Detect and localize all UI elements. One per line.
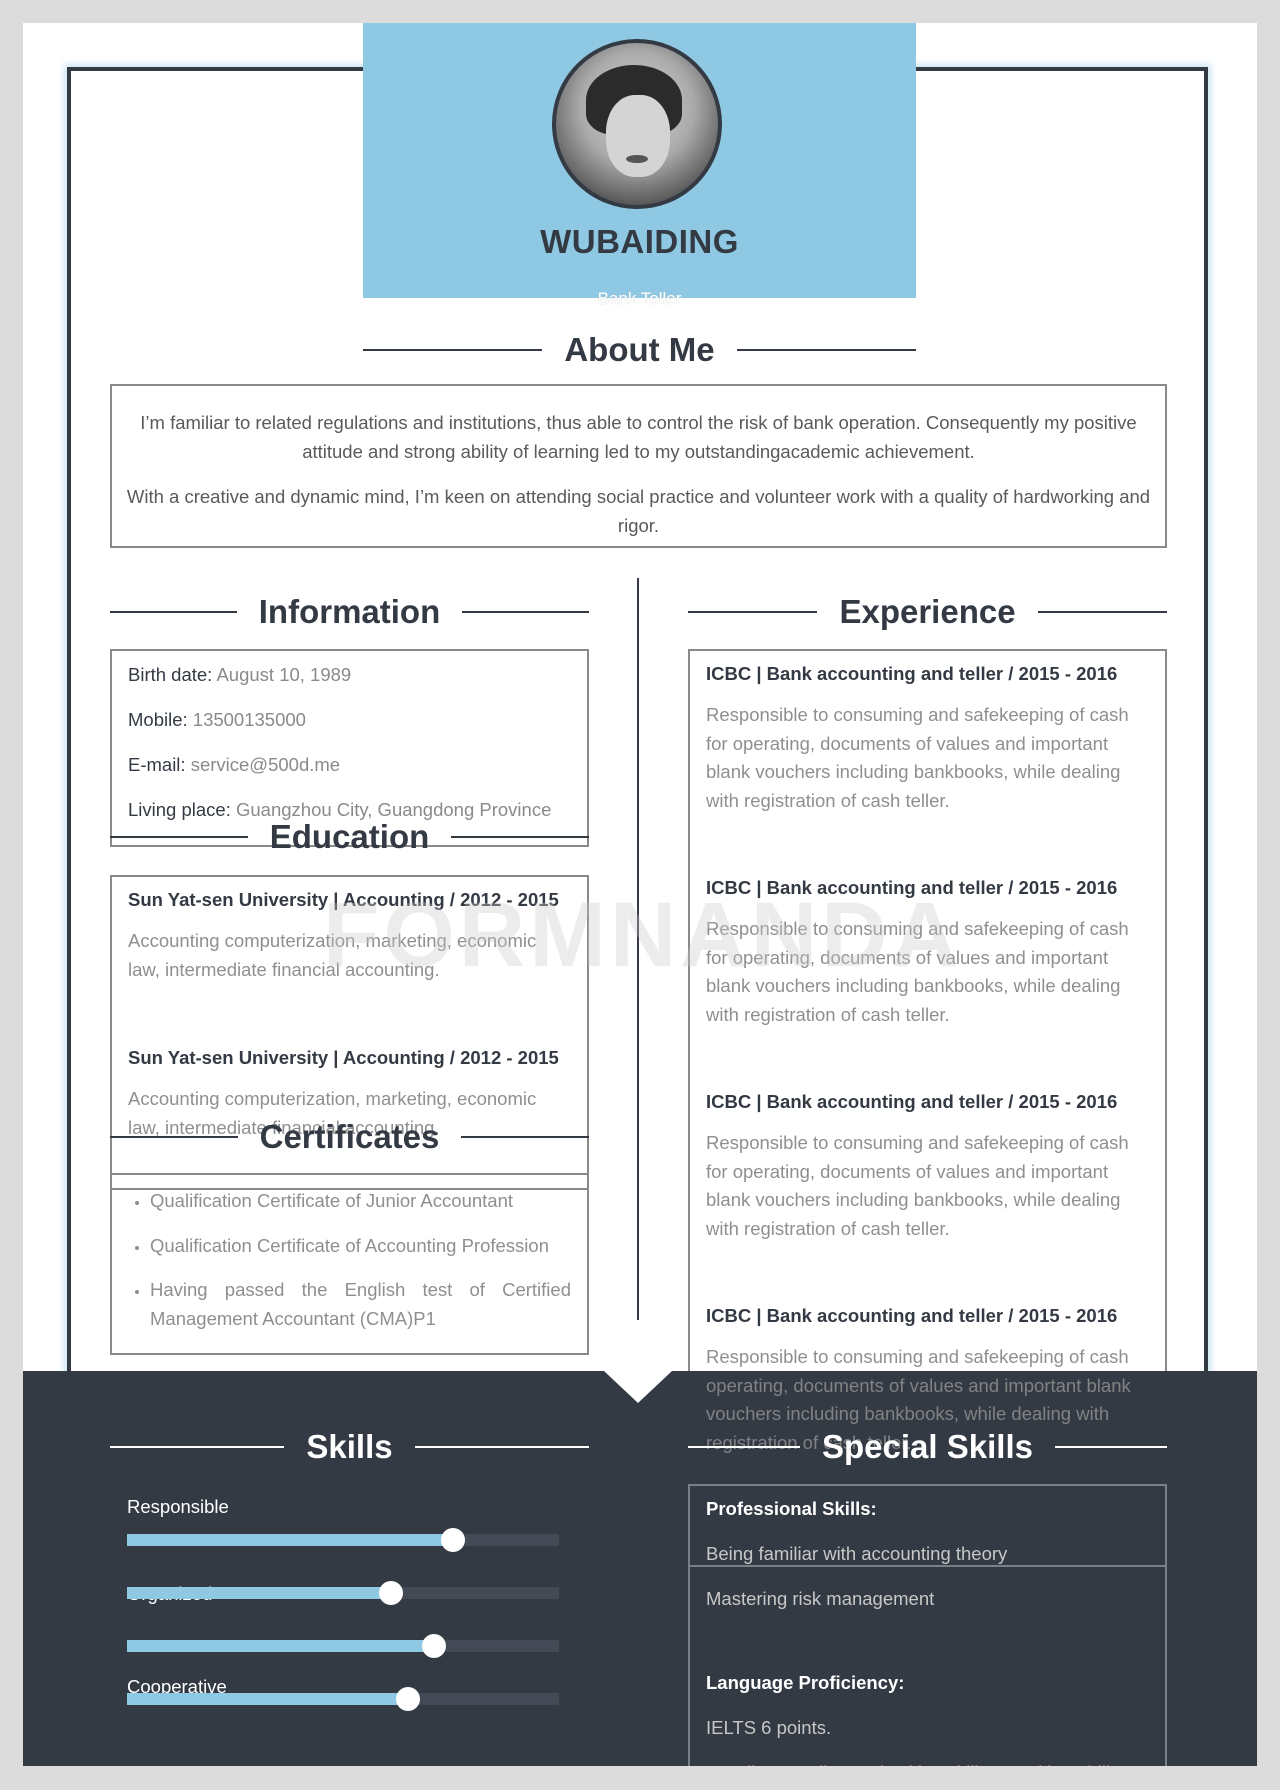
info-value: Guangzhou City, Guangdong Province — [235, 799, 552, 820]
experience-entry: ICBC | Bank accounting and teller / 2015… — [706, 875, 1151, 1089]
information-heading: Information — [258, 593, 441, 630]
skill-slider-knob[interactable] — [395, 1687, 420, 1711]
skill-slider-fill — [127, 1534, 454, 1546]
certificate-item: Qualification Certificate of Junior Acco… — [150, 1187, 571, 1216]
about-paragraph: With a creative and dynamic mind, I’m ke… — [126, 486, 1151, 536]
column-divider — [637, 578, 639, 1320]
title-rule — [736, 349, 916, 351]
experience-title: Experience — [688, 593, 1168, 631]
special-skills-box: Professional Skills: Being familiar with… — [688, 1484, 1167, 1766]
title-rule — [462, 611, 590, 613]
avatar-face — [606, 95, 670, 177]
skill-slider-fill — [127, 1693, 408, 1705]
education-heading-line: Sun Yat-sen University | Accounting / 20… — [128, 1047, 559, 1068]
experience-entry: ICBC | Bank accounting and teller / 2015… — [706, 661, 1151, 875]
info-label: Mobile: — [128, 709, 188, 730]
special-skills-group-heading: Language Proficiency: — [706, 1672, 905, 1693]
job-title: Bank Teller — [597, 289, 682, 308]
experience-heading-line: ICBC | Bank accounting and teller / 2015… — [706, 877, 1118, 898]
certificate-item: Qualification Certificate of Accounting … — [150, 1232, 571, 1261]
arrow-down-icon — [604, 1371, 672, 1403]
skill-slider-track[interactable] — [127, 1634, 559, 1658]
special-skills-group-heading: Professional Skills: — [706, 1498, 877, 1519]
info-row-email: E-mail: service@500d.me — [128, 752, 571, 778]
avatar — [552, 39, 722, 209]
certificates-title: Certificates — [110, 1118, 589, 1156]
special-skills-heading: Special Skills — [822, 1428, 1033, 1465]
info-value[interactable]: service@500d.me — [191, 754, 340, 775]
skill-slider-knob[interactable] — [378, 1581, 403, 1605]
skill-slider-fill — [127, 1587, 391, 1599]
education-heading: Education — [269, 818, 430, 855]
info-value: 13500135000 — [192, 709, 306, 730]
about-title: About Me — [363, 331, 916, 369]
title-rule — [688, 1446, 801, 1448]
skill-slider-knob[interactable] — [421, 1634, 446, 1658]
skills-heading: Skills — [306, 1428, 393, 1465]
certificate-item: Having passed the English test of Certif… — [150, 1276, 571, 1333]
information-title: Information — [110, 593, 590, 631]
title-rule — [414, 1446, 590, 1448]
experience-heading: Experience — [839, 593, 1016, 630]
education-description: Accounting computerization, marketing, e… — [128, 930, 537, 980]
title-rule — [110, 1446, 285, 1448]
experience-description: Responsible to consuming and safekeeping… — [706, 1132, 1129, 1239]
title-rule — [363, 349, 543, 351]
certificates-box: Qualification Certificate of Junior Acco… — [110, 1173, 589, 1355]
special-skill-item: Being familiar with accounting theory — [706, 1543, 1008, 1564]
skill-slider-track[interactable] — [127, 1581, 559, 1605]
resume-page: WUBAIDING Bank Teller About Me I’m famil… — [23, 23, 1257, 1766]
experience-entry: ICBC | Bank accounting and teller / 2015… — [706, 1089, 1151, 1303]
title-rule — [688, 611, 818, 613]
special-skills-title: Special Skills — [688, 1428, 1167, 1466]
skill-slider-fill — [127, 1640, 434, 1652]
info-row-birth-date: Birth date: August 10, 1989 — [128, 662, 571, 688]
certificates-list: Qualification Certificate of Junior Acco… — [112, 1187, 571, 1333]
title-rule — [1054, 1446, 1167, 1448]
education-entry: Sun Yat-sen University | Accounting / 20… — [128, 887, 571, 1045]
education-title: Education — [110, 818, 590, 856]
about-paragraph: I’m familiar to related regulations and … — [140, 412, 1137, 462]
special-skill-item: Excellent reading and writing skills, sp… — [706, 1760, 1151, 1766]
title-rule — [451, 836, 590, 838]
experience-description: Responsible to consuming and safekeeping… — [706, 704, 1129, 811]
about-heading: About Me — [564, 331, 715, 368]
about-box: I’m familiar to related regulations and … — [110, 384, 1167, 548]
skills-title: Skills — [110, 1428, 590, 1466]
skill-slider-track[interactable] — [127, 1528, 559, 1552]
info-label: Living place: — [128, 799, 231, 820]
experience-heading-line: ICBC | Bank accounting and teller / 2015… — [706, 1091, 1118, 1112]
skill-label: Responsible — [127, 1496, 229, 1517]
skill-slider-track[interactable] — [127, 1687, 559, 1711]
experience-heading-line: ICBC | Bank accounting and teller / 2015… — [706, 663, 1118, 684]
info-row-mobile: Mobile: 13500135000 — [128, 707, 571, 733]
header-banner: WUBAIDING — [363, 23, 916, 298]
experience-box: ICBC | Bank accounting and teller / 2015… — [688, 649, 1167, 1469]
title-rule — [110, 1136, 238, 1138]
info-label: Birth date: — [128, 664, 213, 685]
title-rule — [110, 836, 248, 838]
skill-slider-knob[interactable] — [441, 1528, 466, 1552]
special-skill-item: IELTS 6 points. — [706, 1717, 832, 1738]
title-rule — [461, 1136, 589, 1138]
experience-heading-line: ICBC | Bank accounting and teller / 2015… — [706, 1305, 1118, 1326]
candidate-name: WUBAIDING — [540, 223, 739, 260]
title-rule — [110, 611, 237, 613]
special-skill-item: Mastering risk management — [706, 1588, 935, 1609]
avatar-lips — [626, 155, 648, 163]
info-value: August 10, 1989 — [216, 664, 352, 685]
certificates-heading: Certificates — [259, 1118, 440, 1155]
education-heading-line: Sun Yat-sen University | Accounting / 20… — [128, 889, 559, 910]
title-rule — [1037, 611, 1168, 613]
experience-description: Responsible to consuming and safekeeping… — [706, 918, 1129, 1025]
info-label: E-mail: — [128, 754, 186, 775]
